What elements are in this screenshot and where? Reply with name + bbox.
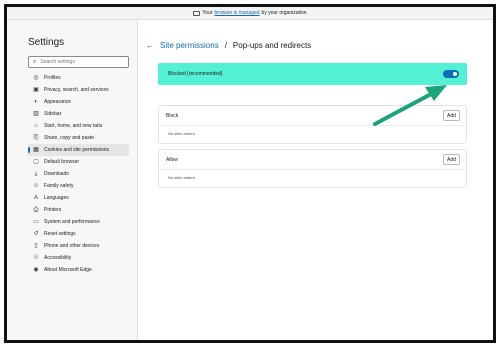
sidebar-item-label: Sidebar xyxy=(44,111,62,117)
browser-icon: ▢ xyxy=(33,159,39,165)
phone-icon: ▯ xyxy=(34,243,38,249)
banner-prefix: Your xyxy=(202,10,213,16)
breadcrumb-separator: / xyxy=(224,41,227,50)
printer-icon: ⎙ xyxy=(33,207,39,213)
sidebar-item-system[interactable]: ▭ System and performance xyxy=(28,216,129,228)
sidebar-item-sidebar[interactable]: ▥ Sidebar xyxy=(28,108,129,120)
sidebar-item-label: Reset settings xyxy=(44,231,76,237)
sidebar-item-phone-devices[interactable]: ▯ Phone and other devices xyxy=(28,240,129,252)
sidebar-item-languages[interactable]: A Languages xyxy=(28,192,129,204)
breadcrumb-current: Pop-ups and redirects xyxy=(232,41,312,50)
sidebar-item-profiles[interactable]: ◎ Profiles xyxy=(28,72,129,84)
toggle-knob xyxy=(453,72,457,76)
system-icon: ▭ xyxy=(33,219,39,225)
divider xyxy=(159,169,466,170)
allow-add-button[interactable]: Add xyxy=(443,154,460,165)
sidebar-icon: ▥ xyxy=(33,111,39,117)
allow-empty-text: No sites added xyxy=(168,175,195,180)
sidebar-item-printers[interactable]: ⎙ Printers xyxy=(28,204,129,216)
sidebar-item-family-safety[interactable]: ☺ Family safety xyxy=(28,180,129,192)
sidebar-item-appearance[interactable]: ◐ Appearance xyxy=(28,96,129,108)
back-arrow-icon[interactable]: ← xyxy=(146,41,154,50)
languages-icon: A xyxy=(33,195,38,201)
block-empty-text: No sites added xyxy=(168,131,195,136)
main-content: ← Site permissions / Pop-ups and redirec… xyxy=(138,20,493,340)
browser-window: Your browser is managed by your organiza… xyxy=(4,4,496,343)
page-title: ← Site permissions / Pop-ups and redirec… xyxy=(146,41,311,50)
banner-suffix: by your organization xyxy=(261,10,307,16)
edge-icon: ◉ xyxy=(33,267,39,273)
sidebar-item-privacy[interactable]: ▣ Privacy, search, and services xyxy=(28,84,129,96)
sidebar-item-label: Family safety xyxy=(44,183,74,189)
sidebar-item-label: Default browser xyxy=(44,159,80,165)
sidebar-item-label: Languages xyxy=(44,195,69,201)
search-icon: ⌕ xyxy=(33,59,37,65)
sidebar-item-label: Profiles xyxy=(44,75,61,81)
search-box[interactable]: ⌕ xyxy=(28,56,129,68)
sidebar-item-label: Privacy, search, and services xyxy=(44,87,109,93)
blocked-label: Blocked (recommended) xyxy=(168,71,223,77)
reset-icon: ↺ xyxy=(33,231,39,237)
block-add-button[interactable]: Add xyxy=(443,110,460,121)
block-title: Block xyxy=(166,113,179,119)
sidebar-item-accessibility[interactable]: ☉ Accessibility xyxy=(28,252,129,264)
managed-link[interactable]: browser is managed xyxy=(215,10,260,16)
sidebar-item-cookies[interactable]: ▦ Cookies and site permissions xyxy=(28,144,129,156)
sidebar-item-about-edge[interactable]: ◉ About Microsoft Edge xyxy=(28,264,129,276)
sidebar-item-start-home[interactable]: ⌂ Start, home, and new tabs xyxy=(28,120,129,132)
breadcrumb-site-permissions[interactable]: Site permissions xyxy=(160,41,219,50)
allow-section: Allow Add No sites added xyxy=(158,149,467,188)
download-icon: ⤓ xyxy=(34,171,38,177)
managed-banner: Your browser is managed by your organiza… xyxy=(7,7,493,20)
sidebar-item-share-copy[interactable]: ⎘ Share, copy and paste xyxy=(28,132,129,144)
accessibility-icon: ☉ xyxy=(33,255,39,261)
allow-title: Allow xyxy=(166,157,178,163)
home-icon: ⌂ xyxy=(34,123,38,129)
block-section: Block Add No sites added xyxy=(158,105,467,144)
appearance-icon: ◐ xyxy=(34,99,38,105)
sidebar-item-default-browser[interactable]: ▢ Default browser xyxy=(28,156,129,168)
sidebar-item-label: System and performance xyxy=(44,219,100,225)
settings-sidebar: Settings ⌕ ◎ Profiles ▣ Privacy, search,… xyxy=(7,20,138,340)
sidebar-item-label: Share, copy and paste xyxy=(44,135,95,141)
blocked-setting-row: Blocked (recommended) xyxy=(158,63,467,85)
share-icon: ⎘ xyxy=(33,135,39,141)
blocked-toggle[interactable] xyxy=(443,70,459,78)
briefcase-icon xyxy=(193,10,201,16)
sidebar-item-label: Phone and other devices xyxy=(44,243,100,249)
divider xyxy=(159,125,466,126)
profile-icon: ◎ xyxy=(33,75,39,81)
sidebar-item-label: Appearance xyxy=(44,99,71,105)
cookies-icon: ▦ xyxy=(33,147,39,153)
sidebar-item-downloads[interactable]: ⤓ Downloads xyxy=(28,168,129,180)
sidebar-item-label: Cookies and site permissions xyxy=(44,147,110,153)
sidebar-item-label: About Microsoft Edge xyxy=(44,267,92,273)
family-icon: ☺ xyxy=(33,183,40,189)
sidebar-item-label: Accessibility xyxy=(44,255,72,261)
lock-icon: ▣ xyxy=(33,87,39,93)
settings-nav: ◎ Profiles ▣ Privacy, search, and servic… xyxy=(28,72,129,276)
sidebar-item-label: Start, home, and new tabs xyxy=(44,123,103,129)
settings-title: Settings xyxy=(28,37,65,48)
sidebar-item-label: Downloads xyxy=(44,171,69,177)
sidebar-item-reset[interactable]: ↺ Reset settings xyxy=(28,228,129,240)
search-input[interactable] xyxy=(40,59,121,65)
sidebar-item-label: Printers xyxy=(44,207,62,213)
